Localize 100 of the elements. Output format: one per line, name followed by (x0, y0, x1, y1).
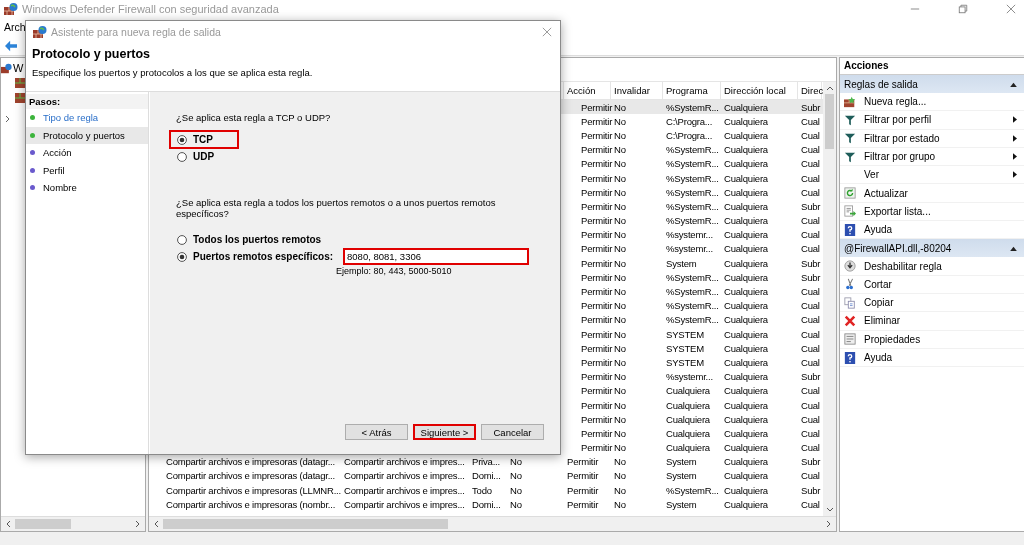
step-item[interactable]: Nombre (43, 182, 77, 194)
scroll-right-icon[interactable] (826, 520, 832, 528)
table-cell-text: Permitir (580, 158, 611, 170)
table-cell-text: Subr (800, 200, 822, 212)
scroll-left-icon[interactable] (153, 520, 159, 528)
step-item[interactable]: Tipo de regla (43, 112, 99, 124)
scroll-right-icon[interactable] (135, 520, 141, 528)
vertical-scrollbar[interactable] (823, 82, 836, 516)
table-cell-text: Subr (800, 271, 822, 283)
table-cell-text: Compartir archivos e impres... (343, 498, 466, 510)
funnel-icon (844, 150, 856, 163)
table-cell-text: Permitir (580, 257, 611, 269)
radio-button[interactable] (177, 251, 187, 262)
scroll-thumb[interactable] (15, 519, 71, 529)
column-header[interactable]: Dirección local (721, 82, 798, 99)
action-item[interactable]: Exportar lista... (864, 205, 1017, 217)
action-item[interactable]: Ayuda (864, 352, 1017, 363)
table-cell-text: %systemr... (665, 371, 714, 383)
action-item[interactable]: Ver (864, 169, 1013, 181)
horizontal-scrollbar[interactable] (1, 516, 145, 531)
table-cell-text: Permitir (566, 456, 600, 468)
action-item[interactable]: Propiedades (864, 333, 1017, 345)
radio-button[interactable] (177, 151, 187, 162)
column-header[interactable]: Invalidar (611, 82, 663, 99)
action-item[interactable]: Eliminar (864, 315, 1017, 327)
table-cell-text: Cualquiera (723, 413, 769, 425)
table-cell-text: Compartir archivos e impres... (343, 484, 466, 496)
option-label[interactable]: UDP (193, 151, 215, 162)
table-cell-text: Cual (800, 470, 821, 482)
table-cell-text: Cualquiera (723, 456, 769, 468)
action-item[interactable]: Filtrar por perfil (864, 114, 1013, 126)
table-cell-text: %SystemR... (665, 286, 720, 298)
table-cell-text: Permitir (580, 399, 611, 411)
table-cell-text: Cualquiera (723, 442, 769, 454)
action-item[interactable]: Filtrar por grupo (864, 151, 1013, 163)
action-item[interactable]: Copiar (864, 297, 1017, 309)
table-cell-text: Compartir archivos e impresoras (LLMNR... (165, 484, 341, 496)
action-item[interactable]: Actualizar (864, 187, 1017, 199)
radio-button[interactable] (177, 234, 187, 245)
action-item[interactable]: Nueva regla... (864, 96, 1017, 108)
step-item[interactable]: Acción (43, 147, 72, 159)
table-cell-text: Cualquiera (723, 342, 769, 354)
table-cell-text: Permitir (580, 427, 611, 439)
scroll-thumb[interactable] (825, 94, 834, 149)
back-arrow-icon[interactable] (4, 39, 18, 52)
table-cell-text: Cualquiera (665, 399, 711, 411)
table-cell-text: No (613, 470, 627, 482)
table-cell-text: Cual (800, 356, 821, 368)
scroll-left-icon[interactable] (5, 520, 11, 528)
step-item[interactable]: Perfil (43, 164, 65, 176)
table-cell-text: Permitir (580, 200, 611, 212)
scroll-up-icon[interactable] (825, 85, 834, 91)
table-cell-text: Cualquiera (723, 484, 769, 496)
table-cell-text: %SystemR... (665, 186, 720, 198)
table-cell-text: Subr (800, 484, 822, 496)
table-cell-text: Compartir archivos e impres... (343, 456, 466, 468)
collapse-icon[interactable] (1010, 245, 1017, 251)
option-label[interactable]: Puertos remotos específicos: (193, 251, 334, 262)
table-cell-text: %SystemR... (665, 300, 720, 312)
table-cell-text: Cualquiera (723, 300, 769, 312)
firewall-icon (33, 25, 47, 39)
action-item[interactable]: Ayuda (864, 224, 1017, 236)
dialog-button[interactable]: Siguiente > (413, 424, 476, 440)
table-cell-text: %SystemR... (665, 158, 720, 170)
table-cell-text: Cual (800, 385, 821, 397)
scroll-down-icon[interactable] (825, 507, 834, 513)
option-label[interactable]: TCP (193, 134, 213, 145)
action-item[interactable]: Cortar (864, 278, 1017, 290)
close-icon[interactable] (542, 27, 552, 37)
dialog-button[interactable]: < Atrás (345, 424, 408, 440)
table-cell-text: C:\Progra... (665, 115, 714, 127)
input-field[interactable]: 8080, 8081, 3306 (343, 248, 530, 265)
column-header[interactable]: Direc (798, 82, 822, 99)
table-cell-text: SYSTEM (665, 356, 705, 368)
option-label[interactable]: Todos los puertos remotos (193, 234, 322, 245)
table-cell-text: %SystemR... (665, 172, 720, 184)
table-cell-text: Cualquiera (723, 144, 769, 156)
action-item[interactable]: Deshabilitar regla (864, 260, 1017, 272)
table-cell-text: Permitir (566, 470, 600, 482)
question-text: ¿Se aplica esta regla a TCP o UDP? (176, 112, 332, 123)
table-cell-text: Cualquiera (723, 470, 769, 482)
table-cell-text: Permitir (580, 186, 611, 198)
table-cell-text: No (613, 456, 627, 468)
collapse-icon[interactable] (1010, 81, 1017, 87)
menu-item[interactable]: Arch (4, 21, 26, 33)
column-header[interactable]: Acción (564, 82, 611, 99)
action-item[interactable]: Filtrar por estado (864, 132, 1013, 144)
restore-icon[interactable] (958, 4, 968, 14)
radio-button[interactable] (177, 134, 187, 145)
table-cell-text: Cualquiera (723, 371, 769, 383)
dialog-button[interactable]: Cancelar (481, 424, 544, 440)
horizontal-scrollbar[interactable] (149, 516, 836, 531)
tree-item[interactable]: W (13, 62, 24, 74)
close-icon[interactable] (1006, 4, 1016, 14)
table-cell-text: Compartir archivos e impres... (343, 470, 466, 482)
expand-icon[interactable] (5, 115, 11, 123)
scroll-thumb[interactable] (163, 519, 448, 529)
column-header[interactable]: Programa (663, 82, 721, 99)
table-cell-text: Cualquiera (665, 413, 711, 425)
table-cell-text: Permitir (580, 129, 611, 141)
